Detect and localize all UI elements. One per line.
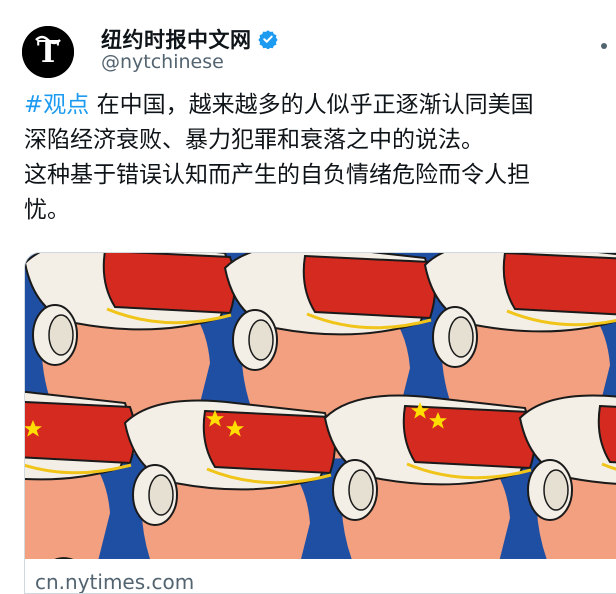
more-options-icon[interactable] (596, 26, 616, 66)
avatar[interactable]: T (22, 26, 74, 78)
tweet-header: T 纽约时报中文网 @nytchinese (0, 0, 616, 86)
verified-badge-icon (257, 29, 278, 49)
name-row: 纽约时报中文网 (101, 24, 278, 54)
link-card[interactable]: cn.nytimes.com (24, 252, 616, 594)
user-handle[interactable]: @nytchinese (101, 51, 224, 73)
card-image[interactable] (25, 253, 616, 559)
hashtag-link[interactable]: #观点 (24, 92, 89, 118)
display-name[interactable]: 纽约时报中文网 (101, 24, 252, 54)
tweet-line-3: 这种基于错误认知而产生的自负情绪危险而令人担 (24, 162, 530, 188)
card-domain[interactable]: cn.nytimes.com (35, 570, 194, 593)
nyt-logo-icon: T (22, 26, 74, 78)
tweet-text: #观点 在中国，越来越多的人似乎正逐渐认同美国 深陷经济衰败、暴力犯罪和衰落之中… (24, 88, 610, 228)
tweet-line-2: 深陷经济衰败、暴力犯罪和衰落之中的说法。 (24, 127, 484, 153)
vr-headset-illustration (25, 253, 616, 559)
tweet-line-1: #观点 在中国，越来越多的人似乎正逐渐认同美国 (24, 88, 610, 123)
tweet-line-4: 忧。 (24, 197, 70, 223)
tweet-line-1-text: 在中国，越来越多的人似乎正逐渐认同美国 (89, 92, 534, 118)
